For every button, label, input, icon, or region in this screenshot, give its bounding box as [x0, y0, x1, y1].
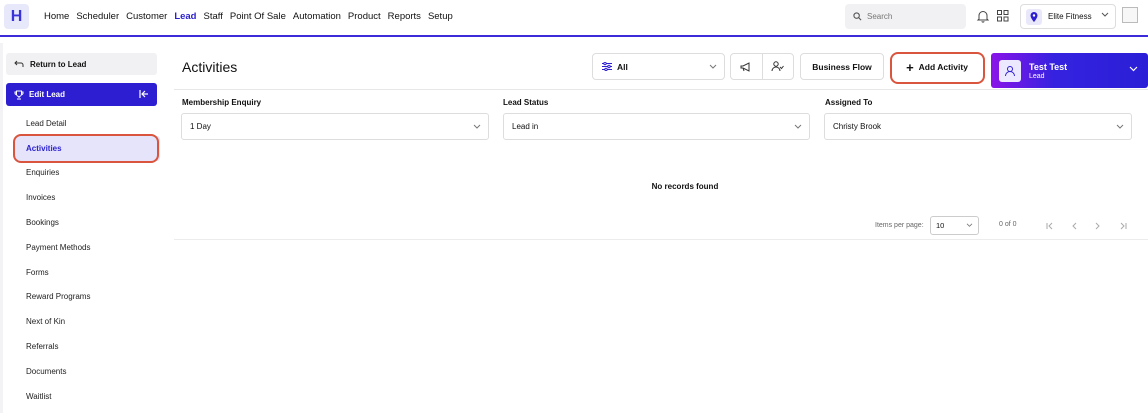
nav-item-point-of-sale[interactable]: Point Of Sale — [230, 11, 286, 22]
membership-enquiry-select[interactable]: 1 Day — [181, 113, 489, 140]
nav-item-lead[interactable]: Lead — [174, 11, 196, 22]
main-nav: Home Scheduler Customer Lead Staff Point… — [44, 0, 460, 33]
return-to-lead-label: Return to Lead — [30, 59, 87, 69]
plus-icon: + — [906, 59, 914, 75]
last-page-icon — [1120, 222, 1126, 230]
next-page-button[interactable] — [1090, 218, 1106, 234]
top-navigation-bar: H Home Scheduler Customer Lead Staff Poi… — [0, 0, 1148, 37]
assign-user-button[interactable] — [761, 54, 794, 79]
membership-enquiry-value: 1 Day — [190, 122, 211, 131]
business-flow-button[interactable]: Business Flow — [800, 53, 884, 80]
header-divider — [174, 89, 1148, 90]
collapse-sidebar-icon[interactable] — [139, 89, 149, 99]
chevron-left-icon — [1072, 222, 1077, 230]
table-bottom-divider — [174, 239, 1148, 240]
sidebar-item-activities[interactable]: Activities — [14, 135, 160, 161]
lead-user-name: Test Test — [1029, 61, 1068, 72]
user-check-icon — [771, 61, 785, 72]
announce-button[interactable] — [731, 54, 762, 79]
lead-status-select[interactable]: Lead in — [503, 113, 810, 140]
chevron-down-icon — [1101, 12, 1109, 17]
first-page-icon — [1046, 222, 1052, 230]
sidebar-item-next-of-kin[interactable]: Next of Kin — [14, 309, 160, 334]
sidebar-item-forms[interactable]: Forms — [14, 260, 160, 285]
user-icon — [1005, 65, 1015, 76]
sidebar-item-payment-methods[interactable]: Payment Methods — [14, 235, 160, 260]
add-activity-label: Add Activity — [918, 62, 968, 72]
activity-filter-select[interactable]: All — [592, 53, 725, 80]
chevron-down-icon — [473, 124, 481, 129]
chevron-down-icon — [794, 124, 802, 129]
nav-item-home[interactable]: Home — [44, 11, 69, 22]
edit-lead-label: Edit Lead — [29, 90, 66, 99]
lead-user-role: Lead — [1029, 72, 1045, 80]
nav-item-customer[interactable]: Customer — [126, 11, 167, 22]
sidebar-panel: Return to Lead Edit Lead Lead Detail Act… — [3, 43, 160, 413]
sidebar-item-enquiries[interactable]: Enquiries — [14, 161, 160, 186]
nav-item-product[interactable]: Product — [348, 11, 381, 22]
items-per-page-select[interactable]: 10 — [930, 216, 979, 235]
pagination-range: 0 of 0 — [999, 221, 1017, 228]
membership-enquiry-label: Membership Enquiry — [182, 98, 262, 107]
lead-status-label: Lead Status — [503, 98, 549, 107]
profile-image[interactable] — [1122, 7, 1138, 23]
activity-filter-value: All — [617, 61, 628, 72]
lead-user-card[interactable]: Test Test Lead — [991, 53, 1148, 88]
filter-sliders-icon — [602, 62, 612, 71]
megaphone-icon — [740, 61, 750, 72]
bell-icon[interactable] — [976, 9, 990, 23]
sidebar-item-reward-programs[interactable]: Reward Programs — [14, 285, 160, 310]
lead-menu: Lead Detail Activities Enquiries Invoice… — [14, 111, 160, 409]
last-page-button[interactable] — [1114, 218, 1130, 234]
avatar — [999, 59, 1021, 82]
assigned-to-label: Assigned To — [825, 98, 873, 107]
nav-item-setup[interactable]: Setup — [428, 11, 453, 22]
assigned-to-value: Christy Brook — [833, 122, 882, 131]
items-per-page-value: 10 — [936, 221, 945, 230]
edit-lead-header: Edit Lead — [6, 83, 157, 106]
return-to-lead-button[interactable]: Return to Lead — [6, 53, 157, 75]
first-page-button[interactable] — [1042, 218, 1058, 234]
location-name: Elite Fitness — [1048, 12, 1092, 21]
sidebar: Return to Lead Edit Lead Lead Detail Act… — [0, 43, 160, 413]
sidebar-item-referrals[interactable]: Referrals — [14, 334, 160, 359]
prev-page-button[interactable] — [1066, 218, 1082, 234]
main-content: Activities All Business Flow + Add Activ… — [166, 43, 1148, 413]
sidebar-item-bookings[interactable]: Bookings — [14, 210, 160, 235]
nav-item-automation[interactable]: Automation — [293, 11, 341, 22]
nav-item-reports[interactable]: Reports — [388, 11, 421, 22]
location-pin-icon — [1026, 8, 1042, 25]
items-per-page-label: Items per page: — [875, 222, 924, 229]
page-title: Activities — [182, 59, 238, 75]
trophy-icon — [14, 90, 24, 99]
search-input[interactable] — [867, 12, 957, 21]
chevron-right-icon — [1095, 222, 1100, 230]
chevron-down-icon — [966, 223, 973, 227]
global-search[interactable] — [845, 4, 966, 29]
lead-status-value: Lead in — [512, 122, 539, 131]
assigned-to-select[interactable]: Christy Brook — [824, 113, 1132, 140]
empty-state-message: No records found — [651, 182, 719, 191]
sidebar-item-waitlist[interactable]: Waitlist — [14, 384, 160, 409]
return-arrow-icon — [14, 60, 24, 67]
activity-action-group — [730, 53, 794, 80]
location-selector[interactable]: Elite Fitness — [1020, 4, 1116, 29]
apps-grid-icon[interactable] — [997, 10, 1009, 22]
sidebar-item-lead-detail[interactable]: Lead Detail — [14, 111, 160, 136]
nav-item-scheduler[interactable]: Scheduler — [76, 11, 119, 22]
chevron-down-icon — [1116, 124, 1124, 129]
search-icon — [853, 12, 862, 21]
app-logo[interactable]: H — [4, 4, 29, 29]
sidebar-item-invoices[interactable]: Invoices — [14, 185, 160, 210]
chevron-down-icon — [709, 64, 717, 69]
chevron-down-icon — [1129, 66, 1138, 72]
add-activity-button[interactable]: + Add Activity — [893, 56, 981, 78]
nav-item-staff[interactable]: Staff — [204, 11, 223, 22]
sidebar-item-documents[interactable]: Documents — [14, 359, 160, 384]
